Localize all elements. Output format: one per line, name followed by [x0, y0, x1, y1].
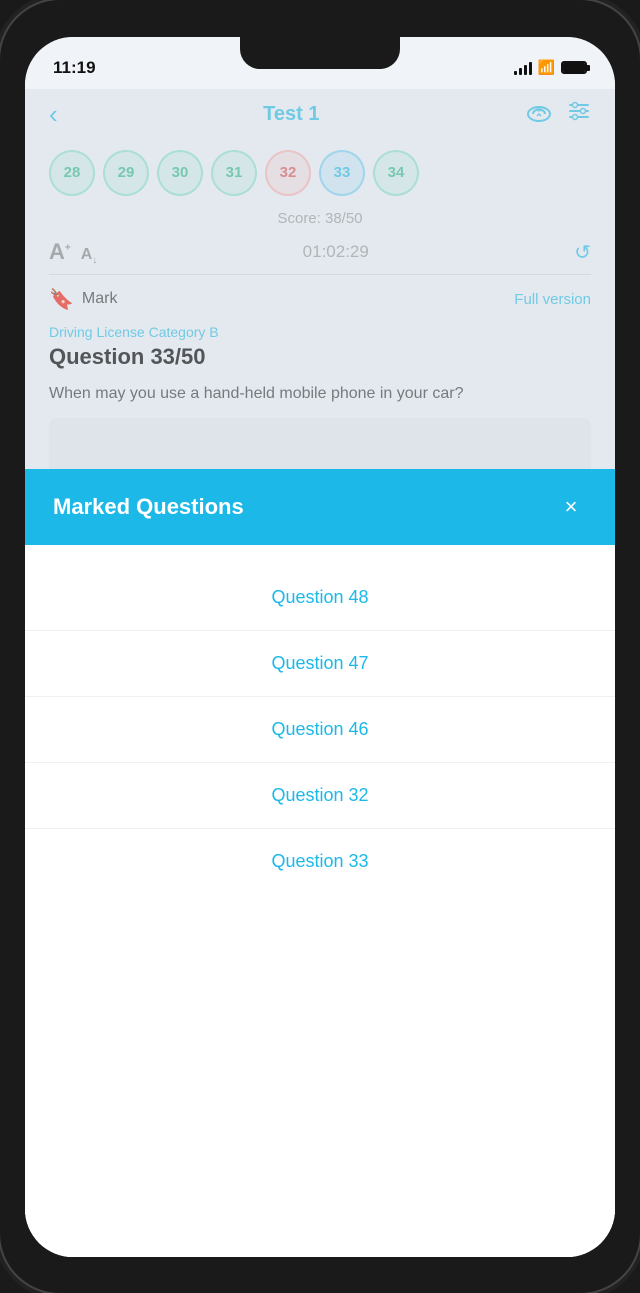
notch [240, 37, 400, 69]
marked-question-item-2[interactable]: Question 46 [25, 697, 615, 763]
battery-icon [561, 61, 587, 74]
modal-overlay: Marked Questions × Question 48 Question … [25, 89, 615, 1257]
modal-close-button[interactable]: × [555, 491, 587, 523]
phone-screen: 11:19 📶 ‹ Test 1 [25, 37, 615, 1257]
marked-question-item-4[interactable]: Question 33 [25, 829, 615, 894]
modal-backdrop[interactable] [25, 89, 615, 469]
status-icons: 📶 [514, 59, 587, 76]
marked-question-item-3[interactable]: Question 32 [25, 763, 615, 829]
wifi-icon: 📶 [538, 59, 555, 76]
modal-header: Marked Questions × [25, 469, 615, 545]
modal-body: Question 48 Question 47 Question 46 Ques… [25, 545, 615, 1257]
marked-question-item-0[interactable]: Question 48 [25, 565, 615, 631]
modal-title: Marked Questions [53, 494, 244, 520]
phone-frame: 11:19 📶 ‹ Test 1 [0, 0, 640, 1293]
modal-panel: Marked Questions × Question 48 Question … [25, 469, 615, 1257]
signal-icon [514, 61, 532, 75]
status-time: 11:19 [53, 58, 96, 78]
marked-question-item-1[interactable]: Question 47 [25, 631, 615, 697]
main-content: ‹ Test 1 [25, 89, 615, 1257]
